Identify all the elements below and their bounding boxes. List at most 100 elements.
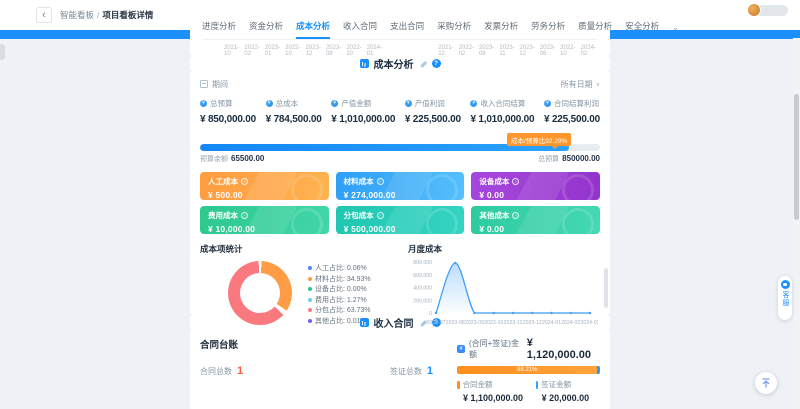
legend-item[interactable]: 设备占比: 0.00%	[308, 284, 371, 295]
svg-text:600,000: 600,000	[413, 273, 432, 279]
legend-label: 设备占比: 0.00%	[315, 284, 367, 294]
metric-value: ¥ 1,010,000.00	[470, 114, 534, 125]
tab-safety[interactable]: 安全分析	[625, 20, 659, 39]
period-label: 期间	[212, 79, 228, 90]
tab-quality[interactable]: 质量分析	[578, 20, 612, 39]
cost-section-title: 成本分析	[374, 56, 414, 71]
panel-scrollbar-thumb[interactable]	[604, 268, 608, 308]
budget-progress-block: 成本/预算比92.29% 预算余额 65500.00 总预算 850000.00	[200, 133, 600, 164]
chevron-right-icon: ›	[512, 212, 519, 219]
legend-value: ¥ 20,000.00	[536, 393, 590, 403]
tab-expense-contract[interactable]: 支出合同	[390, 20, 424, 39]
contract-ledger-block: 合同台账 合同总数 1 签证总数 1	[200, 337, 447, 403]
metric-label: 产值金额	[341, 98, 371, 109]
yen-icon: ¥	[470, 100, 477, 107]
legend-contract-amount: 合同金额 ¥ 1,100,000.00	[457, 379, 536, 403]
legend-item[interactable]: 费用占比: 1.27%	[308, 295, 371, 306]
svg-text:0: 0	[429, 311, 432, 317]
page-scrollbar-thumb[interactable]	[794, 94, 799, 220]
tab-cost[interactable]: 成本分析	[296, 20, 330, 39]
legend-dot	[308, 277, 312, 281]
breadcrumb-separator: /	[97, 10, 99, 20]
tab-invoice[interactable]: 发票分析	[484, 20, 518, 39]
legend-marker	[536, 381, 539, 389]
card-expense-cost[interactable]: 费用成本› ¥ 10,000.00	[200, 206, 329, 234]
metric-output-amount: ¥产值金额 ¥ 1,010,000.00	[331, 98, 395, 125]
card-label: 材料成本	[344, 176, 374, 187]
breadcrumb-parent[interactable]: 智能看板	[60, 9, 94, 21]
app-screen: ‹ 智能看板 / 项目看板详情 客服 进度分析 资金分析 成本分析 收入合同	[0, 0, 800, 409]
card-equipment-cost[interactable]: 设备成本› ¥ 0.00	[471, 172, 600, 200]
chevron-right-icon: ›	[377, 212, 384, 219]
card-material-cost[interactable]: 材料成本› ¥ 274,000.00	[336, 172, 465, 200]
legend-label: 分包占比: 63.73%	[315, 305, 371, 315]
card-value: ¥ 0.00	[479, 190, 592, 200]
dropdown-arrow-icon: ∨	[596, 81, 600, 88]
chevron-right-icon: ›	[512, 178, 519, 185]
cost-section-header: 成本分析 ?	[190, 56, 610, 71]
chevron-down-icon[interactable]: ⌄	[672, 23, 679, 36]
metric-value: ¥ 784,500.00	[266, 114, 322, 125]
svg-text:400,000: 400,000	[413, 286, 432, 292]
tab-funds[interactable]: 资金分析	[249, 20, 283, 39]
yen-icon: ¥	[266, 100, 273, 107]
budget-remain-label: 预算余额	[200, 154, 228, 164]
ledger-title: 合同台账	[200, 337, 447, 351]
card-value: ¥ 500.00	[208, 190, 321, 200]
metric-total-cost: ¥总成本 ¥ 784,500.00	[266, 98, 322, 125]
legend-dot	[308, 319, 312, 323]
legend-label: 其他占比: 0.01%	[315, 316, 367, 326]
card-value: ¥ 500,000.00	[344, 224, 457, 234]
legend-dot	[308, 287, 312, 291]
yen-icon: ¥	[405, 100, 412, 107]
svg-text:2023-09: 2023-09	[465, 320, 484, 326]
legend-item[interactable]: 分包占比: 63.73%	[308, 305, 371, 316]
avatar[interactable]	[747, 3, 761, 17]
period-dropdown[interactable]: 所有日期 ∨	[561, 79, 600, 90]
legend-visa-amount: 签证金额 ¥ 20,000.00	[536, 379, 590, 403]
svg-text:2023-07: 2023-07	[426, 320, 445, 326]
help-icon[interactable]: ?	[432, 59, 441, 68]
svg-text:2023-10: 2023-10	[484, 320, 503, 326]
page-scrollbar[interactable]	[793, 38, 800, 409]
legend-label: 签证金额	[541, 379, 571, 390]
back-to-top-button[interactable]	[755, 372, 777, 394]
card-labor-cost[interactable]: 人工成本› ¥ 500.00	[200, 172, 329, 200]
cost-items-donut-chart[interactable]	[228, 261, 292, 325]
tab-income-contract[interactable]: 收入合同	[343, 20, 377, 39]
analysis-tabbar: 进度分析 资金分析 成本分析 收入合同 支出合同 采购分析 发票分析 劳务分析 …	[202, 19, 598, 40]
metric-output-profit: ¥产值利润 ¥ 225,500.00	[405, 98, 461, 125]
monthly-chart-title: 月度成本	[408, 243, 600, 255]
svg-text:200,000: 200,000	[413, 298, 432, 304]
metric-label: 收入合同结算	[480, 98, 525, 109]
service-tab[interactable]: 客服	[778, 276, 792, 320]
calendar-icon	[200, 80, 208, 88]
income-contract-card: 合同台账 合同总数 1 签证总数 1 ¥ (合同+签证)金额	[190, 330, 610, 409]
tab-procurement[interactable]: 采购分析	[437, 20, 471, 39]
contract-amount-bar[interactable]: 98.21%	[457, 366, 600, 374]
back-button[interactable]: ‹	[36, 7, 52, 23]
total-budget-label: 总预算	[538, 154, 559, 164]
card-subcontract-cost[interactable]: 分包成本› ¥ 500,000.00	[336, 206, 465, 234]
legend-item[interactable]: 人工占比: 0.06%	[308, 263, 371, 274]
donut-chart-title: 成本项统计	[200, 243, 402, 255]
period-row: 期间 所有日期 ∨	[200, 78, 600, 90]
card-other-cost[interactable]: 其他成本› ¥ 0.00	[471, 206, 600, 234]
donut-legend: 人工占比: 0.06% 材料占比: 34.93% 设备占比: 0.00% 费用占…	[308, 263, 371, 326]
left-drawer-handle[interactable]	[0, 44, 5, 60]
edit-icon[interactable]	[419, 60, 427, 68]
tab-progress[interactable]: 进度分析	[202, 20, 236, 39]
metric-income-settlement: ¥收入合同结算 ¥ 1,010,000.00	[470, 98, 534, 125]
user-area[interactable]	[747, 3, 788, 17]
bar-chart-icon	[360, 318, 369, 327]
edit-icon[interactable]	[419, 319, 427, 327]
tab-labor[interactable]: 劳务分析	[531, 20, 565, 39]
contract-count-group[interactable]: 合同总数 1	[200, 365, 243, 377]
monthly-cost-chart[interactable]: 800,000600,000400,000200,00002023-072023…	[402, 257, 598, 333]
visa-count-group[interactable]: 签证总数 1	[390, 365, 433, 377]
amount-row: ¥ (合同+签证)金额 ¥ 1,120,000.00	[457, 337, 600, 361]
visa-count-value: 1	[427, 365, 433, 377]
svg-text:2024-03: 2024-03	[580, 320, 598, 326]
legend-item[interactable]: 材料占比: 34.93%	[308, 274, 371, 285]
chat-icon	[781, 280, 790, 289]
